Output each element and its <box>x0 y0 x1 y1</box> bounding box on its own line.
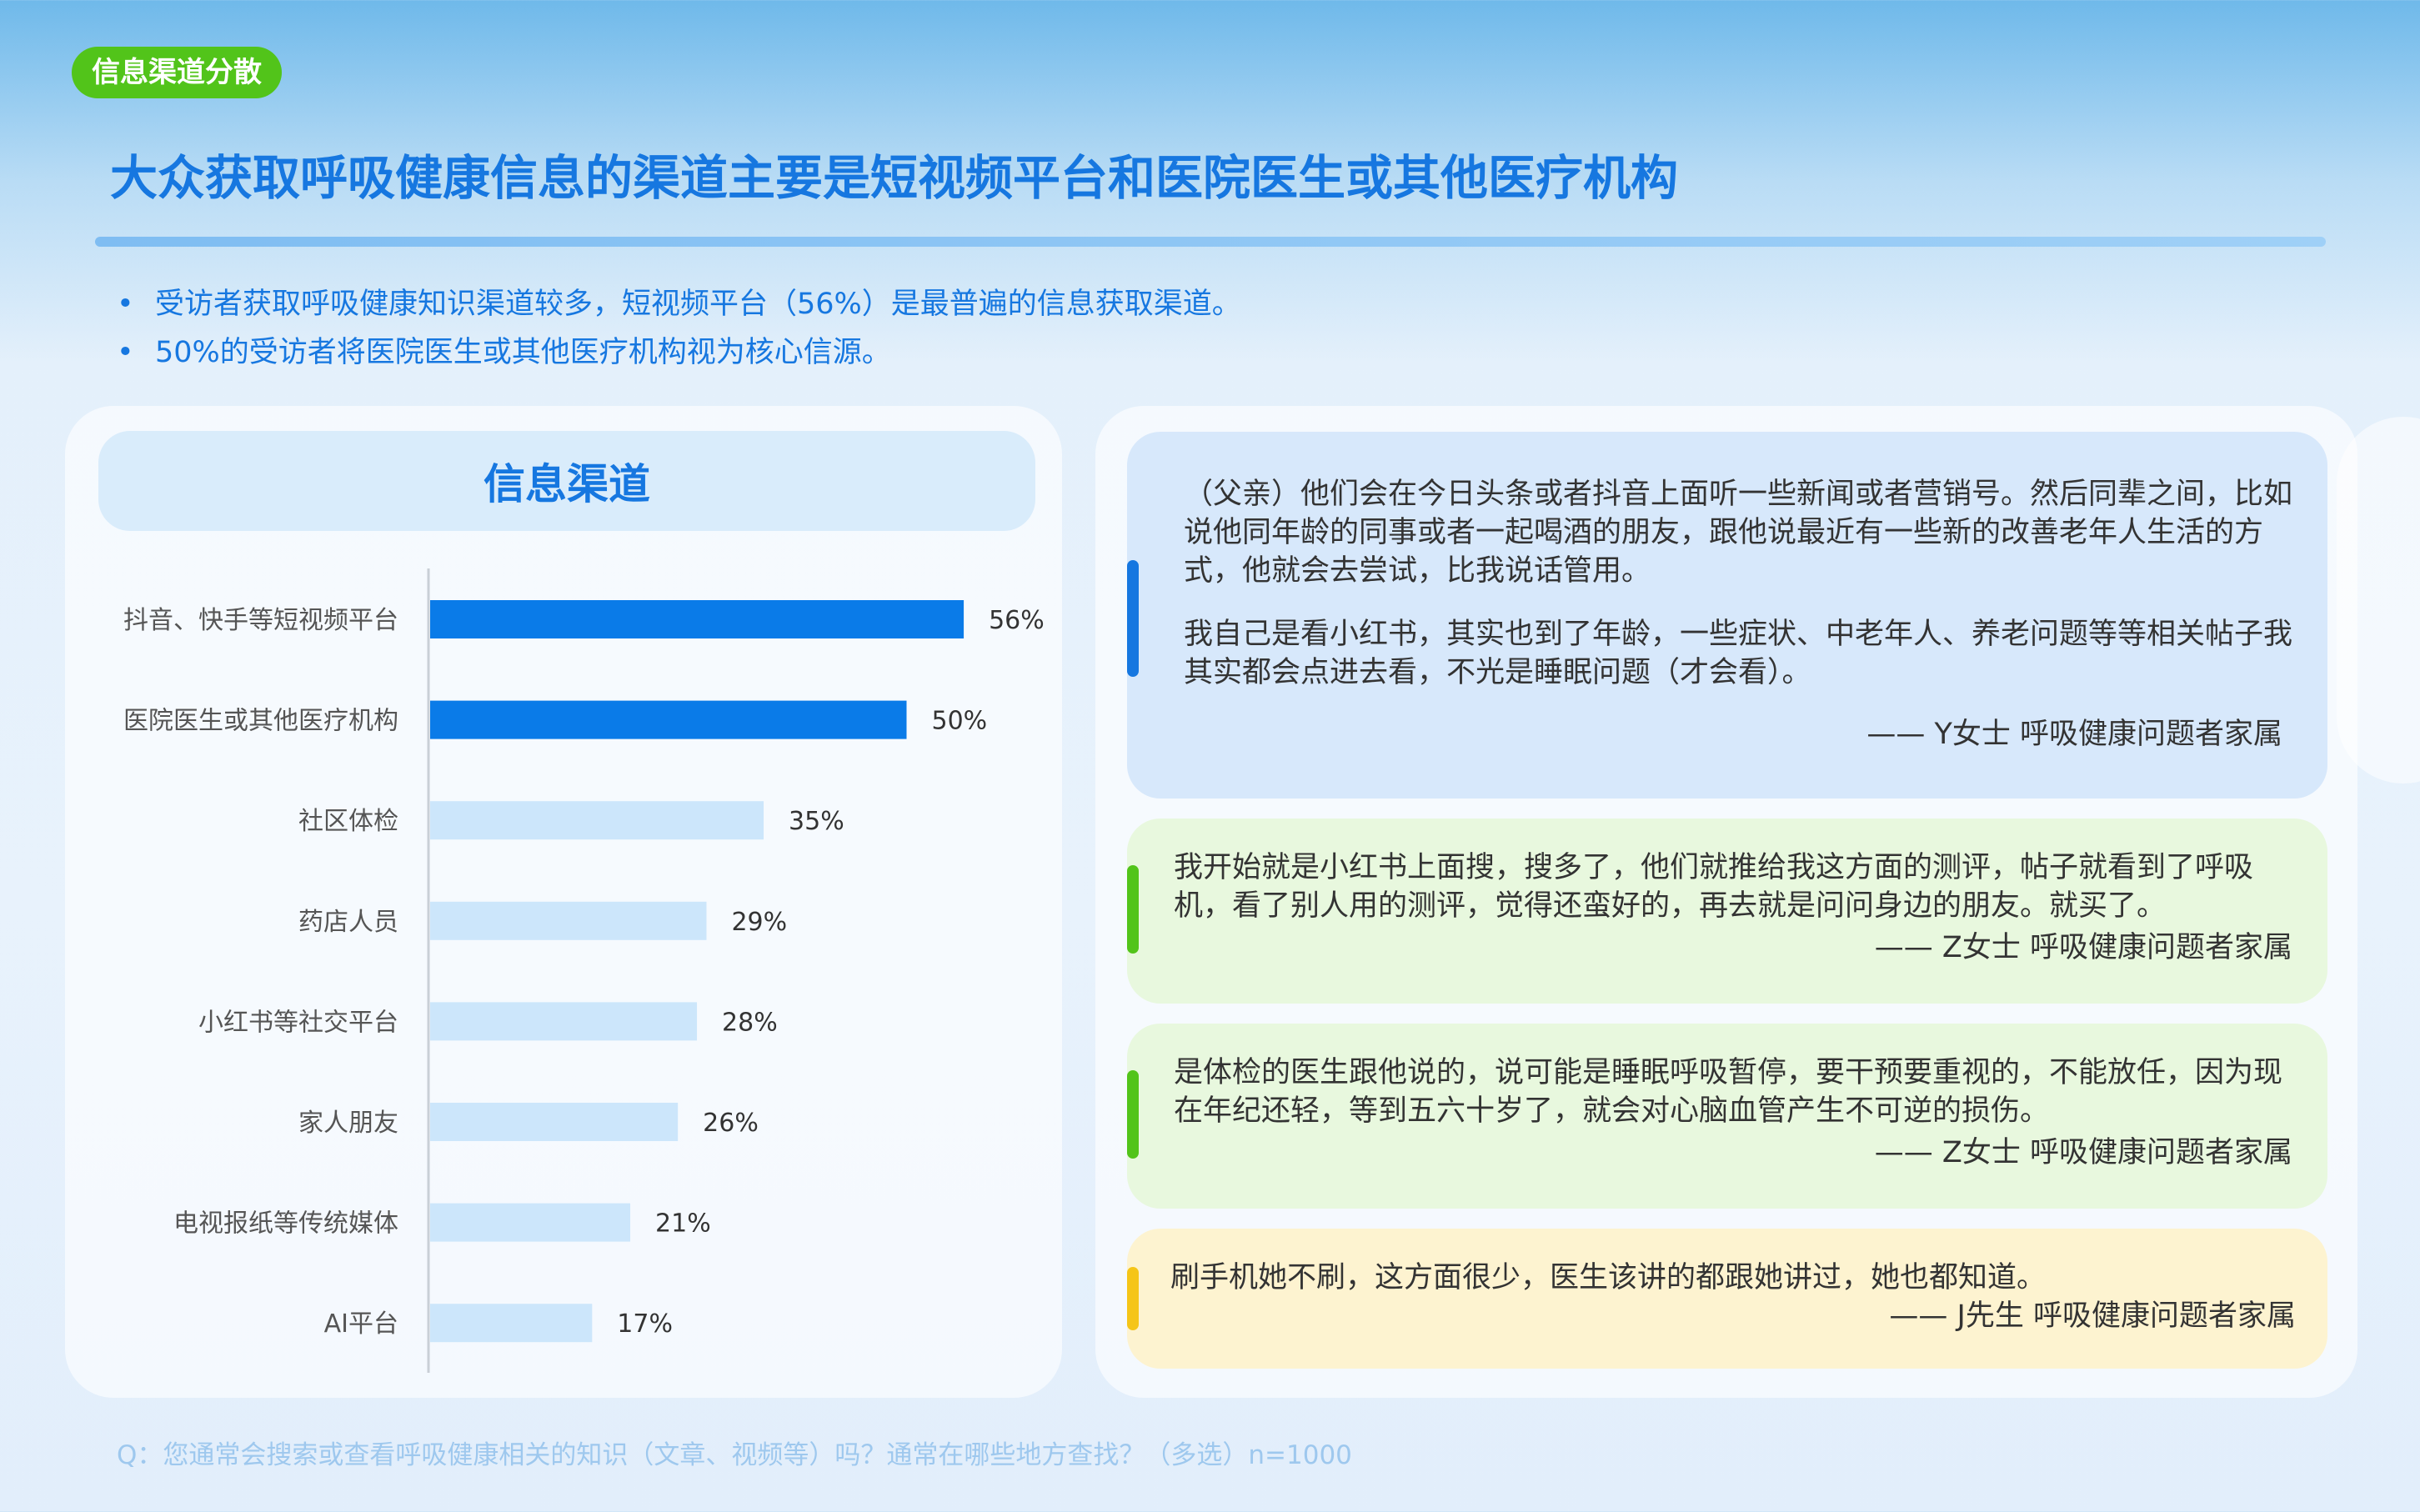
bullet-text: 受访者获取呼吸健康知识渠道较多，短视频平台（56%）是最普遍的信息获取渠道。 <box>155 288 1241 321</box>
category-label: 药店人员 <box>298 908 398 937</box>
quote-paragraph: 刷手机她不刷，这方面很少，医生该讲的都跟她讲过，她也都知道。 <box>1170 1261 2047 1294</box>
quote-paragraph: （父亲）他们会在今日头条或者抖音上面听一些新闻或者营销号。然后同辈之间，比如说他… <box>1184 478 2293 588</box>
value-label: 56% <box>989 606 1045 635</box>
bar <box>430 1203 631 1242</box>
quote-accent-bar <box>1127 865 1139 954</box>
category-label: 社区体检 <box>298 807 398 836</box>
quote-paragraph: 我开始就是小红书上面搜，搜多了，他们就推给我这方面的测评，帖子就看到了呼吸机，看… <box>1174 851 2254 923</box>
summary-bullets: • 受访者获取呼吸健康知识渠道较多，短视频平台（56%）是最普遍的信息获取渠道。 … <box>117 280 1241 377</box>
bar-chart: 抖音、快手等短视频平台 56% 医院医生或其他医疗机构 50% 社区体检 35% 药店人员 2… <box>123 568 1045 1373</box>
quote-paragraph: 我自己是看小红书，其实也到了年龄，一些症状、中老年人、养老问题等等相关帖子我其实… <box>1184 618 2293 689</box>
bar <box>430 600 964 638</box>
bar <box>430 901 707 940</box>
chart-card: 信息渠道 抖音、快手等短视频平台 56% 医院医生或其他医疗机构 50% 社区体检 35%… <box>65 406 1062 1398</box>
bullet-dot: • <box>117 336 134 369</box>
quote-card: 我开始就是小红书上面搜，搜多了，他们就推给我这方面的测评，帖子就看到了呼吸机，看… <box>1127 819 2327 1004</box>
title-divider <box>95 237 2326 247</box>
bullet-item: • 50%的受访者将医院医生或其他医疗机构视为核心信源。 <box>117 328 1241 377</box>
quote-accent-bar <box>1127 1267 1139 1330</box>
survey-footnote: Q：您通常会搜索或查看呼吸健康相关的知识（文章、视频等）吗？通常在哪些地方查找？… <box>117 1440 1352 1470</box>
value-label: 35% <box>789 807 844 836</box>
value-label: 29% <box>731 908 787 937</box>
quote-author: —— J先生 呼吸健康问题者家属 <box>1889 1299 2296 1333</box>
value-label: 21% <box>655 1209 711 1239</box>
quote-paragraph: 是体检的医生跟他说的，说可能是睡眠呼吸暂停，要干预要重视的，不能放任，因为现在年… <box>1174 1056 2283 1128</box>
quote-author: —— Z女士 呼吸健康问题者家属 <box>1874 931 2292 964</box>
category-label: AI平台 <box>324 1309 398 1339</box>
bullet-dot: • <box>117 288 134 321</box>
quote-author: —— Y女士 呼吸健康问题者家属 <box>1866 718 2282 751</box>
section-tag: 信息渠道分散 <box>72 47 282 98</box>
category-label: 家人朋友 <box>298 1109 398 1138</box>
bullet-text: 50%的受访者将医院医生或其他医疗机构视为核心信源。 <box>155 336 891 369</box>
category-label: 医院医生或其他医疗机构 <box>123 707 398 736</box>
quote-card: 是体检的医生跟他说的，说可能是睡眠呼吸暂停，要干预要重视的，不能放任，因为现在年… <box>1127 1024 2327 1209</box>
category-label: 抖音、快手等短视频平台 <box>123 606 398 635</box>
value-label: 28% <box>722 1008 778 1037</box>
page-title: 大众获取呼吸健康信息的渠道主要是短视频平台和医院医生或其他医疗机构 <box>110 151 1678 206</box>
category-label: 电视报纸等传统媒体 <box>173 1209 398 1239</box>
category-label: 小红书等社交平台 <box>198 1008 398 1037</box>
bar <box>430 700 907 739</box>
value-label: 50% <box>932 707 988 736</box>
bar <box>430 1304 593 1343</box>
bullet-item: • 受访者获取呼吸健康知识渠道较多，短视频平台（56%）是最普遍的信息获取渠道。 <box>117 280 1241 328</box>
bar <box>430 1103 679 1141</box>
quote-accent-bar <box>1127 560 1139 677</box>
bar <box>430 801 764 840</box>
bar <box>430 1002 698 1041</box>
quote-card: （父亲）他们会在今日头条或者抖音上面听一些新闻或者营销号。然后同辈之间，比如说他… <box>1127 432 2327 799</box>
quote-accent-bar <box>1127 1070 1139 1159</box>
quote-card: 刷手机她不刷，这方面很少，医生该讲的都跟她讲过，她也都知道。 —— J先生 呼吸… <box>1127 1229 2327 1369</box>
value-label: 26% <box>703 1109 759 1138</box>
value-label: 17% <box>617 1309 673 1339</box>
quote-author: —— Z女士 呼吸健康问题者家属 <box>1874 1136 2292 1169</box>
